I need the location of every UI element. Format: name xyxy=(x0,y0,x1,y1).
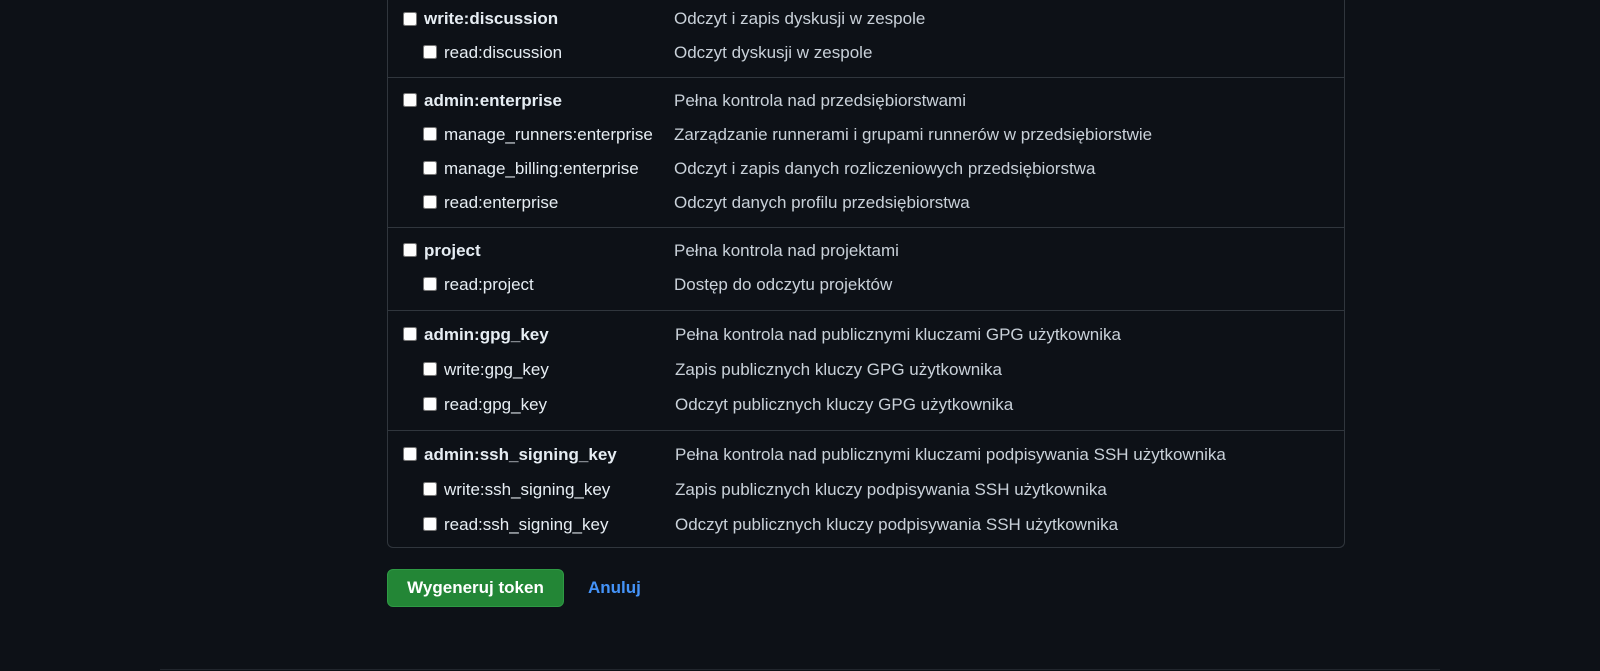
scope-name: write:gpg_key xyxy=(444,360,549,379)
scope-name: read:ssh_signing_key xyxy=(444,515,609,534)
scope-checkbox[interactable] xyxy=(423,45,437,59)
scope-description: Odczyt publicznych kluczy podpisywania S… xyxy=(675,515,1119,534)
scope-name: admin:ssh_signing_key xyxy=(424,445,617,464)
scope-row-parent: admin:enterprise Pełna kontrola nad prze… xyxy=(388,90,1344,114)
scope-checkbox[interactable] xyxy=(403,243,417,257)
scope-checkbox[interactable] xyxy=(423,362,437,376)
scope-row-child: read:enterprise Odczyt danych profilu pr… xyxy=(388,192,1344,216)
scope-checkbox[interactable] xyxy=(423,517,437,531)
footer-divider xyxy=(160,669,1440,670)
scope-row-parent: write:discussion Odczyt i zapis dyskusji… xyxy=(388,8,1344,32)
scope-row-parent: admin:ssh_signing_key Pełna kontrola nad… xyxy=(388,444,1344,468)
scope-description: Zapis publicznych kluczy GPG użytkownika xyxy=(675,360,1002,379)
scope-row-child: read:gpg_key Odczyt publicznych kluczy G… xyxy=(388,394,1344,418)
scope-checkbox[interactable] xyxy=(423,277,437,291)
scope-checkbox[interactable] xyxy=(423,195,437,209)
scope-row-child: read:ssh_signing_key Odczyt publicznych … xyxy=(388,514,1344,538)
scopes-list: write:discussion Odczyt i zapis dyskusji… xyxy=(387,0,1345,548)
cancel-link[interactable]: Anuluj xyxy=(588,578,641,598)
scope-description: Odczyt i zapis dyskusji w zespole xyxy=(674,9,926,28)
scope-name: manage_runners:enterprise xyxy=(444,125,653,144)
scope-description: Odczyt danych profilu przedsiębiorstwa xyxy=(674,193,970,212)
generate-token-button[interactable]: Wygeneruj token xyxy=(387,569,564,607)
scope-group-enterprise: admin:enterprise Pełna kontrola nad prze… xyxy=(388,77,1344,228)
scope-row-child: read:project Dostęp do odczytu projektów xyxy=(388,274,1344,298)
scope-description: Pełna kontrola nad przedsiębiorstwami xyxy=(674,91,966,110)
scope-checkbox[interactable] xyxy=(423,482,437,496)
scope-name: admin:enterprise xyxy=(424,91,562,110)
scope-description: Odczyt publicznych kluczy GPG użytkownik… xyxy=(675,395,1014,414)
scope-row-parent: project Pełna kontrola nad projektami xyxy=(388,240,1344,264)
scope-row-parent: admin:gpg_key Pełna kontrola nad publicz… xyxy=(388,324,1344,348)
scope-row-child: manage_runners:enterprise Zarządzanie ru… xyxy=(388,124,1344,148)
scope-description: Zapis publicznych kluczy podpisywania SS… xyxy=(675,480,1107,499)
scope-name: read:enterprise xyxy=(444,193,559,212)
scope-group-discussion: write:discussion Odczyt i zapis dyskusji… xyxy=(388,0,1344,78)
scope-checkbox[interactable] xyxy=(403,327,417,341)
scope-checkbox[interactable] xyxy=(423,127,437,141)
scope-name: write:ssh_signing_key xyxy=(444,480,611,499)
scope-group-ssh-signing-key: admin:ssh_signing_key Pełna kontrola nad… xyxy=(388,430,1344,548)
scope-group-gpg-key: admin:gpg_key Pełna kontrola nad publicz… xyxy=(388,310,1344,431)
scope-name: read:discussion xyxy=(444,43,563,62)
scope-name: admin:gpg_key xyxy=(424,325,549,344)
scope-description: Dostęp do odczytu projektów xyxy=(674,275,893,294)
scope-row-child: write:ssh_signing_key Zapis publicznych … xyxy=(388,479,1344,503)
scope-description: Pełna kontrola nad publicznymi kluczami … xyxy=(675,325,1121,344)
scope-checkbox[interactable] xyxy=(423,161,437,175)
scope-description: Pełna kontrola nad publicznymi kluczami … xyxy=(675,445,1226,464)
scope-checkbox[interactable] xyxy=(403,447,417,461)
scope-description: Odczyt dyskusji w zespole xyxy=(674,43,873,62)
scope-group-project: project Pełna kontrola nad projektami re… xyxy=(388,227,1344,311)
scope-row-child: write:gpg_key Zapis publicznych kluczy G… xyxy=(388,359,1344,383)
scope-name: project xyxy=(424,241,481,260)
scope-checkbox[interactable] xyxy=(403,12,417,26)
scope-checkbox[interactable] xyxy=(403,93,417,107)
scope-description: Zarządzanie runnerami i grupami runnerów… xyxy=(674,125,1153,144)
scope-name: read:project xyxy=(444,275,534,294)
scope-name: write:discussion xyxy=(424,9,559,28)
scope-description: Odczyt i zapis danych rozliczeniowych pr… xyxy=(674,159,1096,178)
scope-row-child: read:discussion Odczyt dyskusji w zespol… xyxy=(388,42,1344,66)
scope-row-child: manage_billing:enterprise Odczyt i zapis… xyxy=(388,158,1344,182)
scope-name: manage_billing:enterprise xyxy=(444,159,639,178)
scope-checkbox[interactable] xyxy=(423,397,437,411)
scope-name: read:gpg_key xyxy=(444,395,548,414)
scope-description: Pełna kontrola nad projektami xyxy=(674,241,899,260)
